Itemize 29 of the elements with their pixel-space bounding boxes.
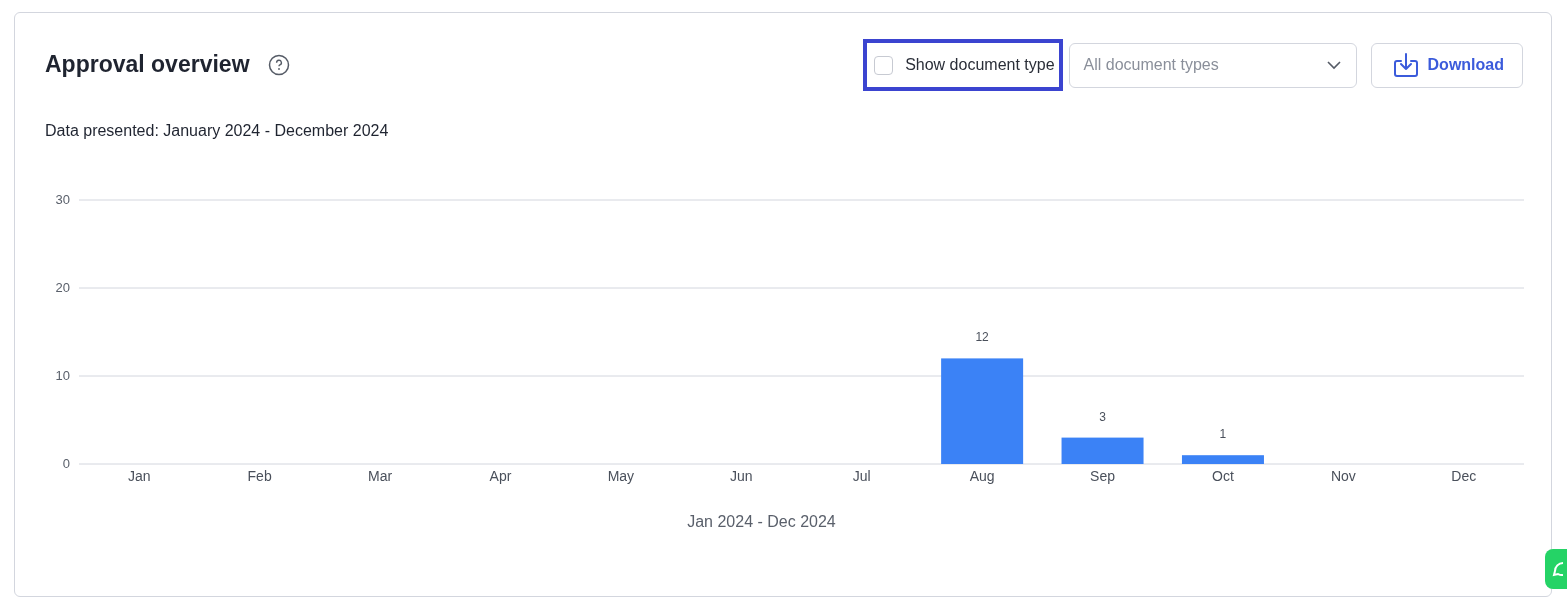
value-label: 12 <box>975 330 989 345</box>
x-tick-label: May <box>607 468 635 484</box>
download-button[interactable]: Download <box>1370 42 1523 88</box>
download-icon <box>1391 52 1420 78</box>
x-tick-label: Apr <box>489 468 512 484</box>
show-document-type-checkbox[interactable]: Show document type <box>863 39 1063 91</box>
x-tick-label: Dec <box>1451 468 1477 484</box>
y-tick-label: 30 <box>55 192 70 207</box>
value-label: 1 <box>1219 427 1227 442</box>
y-tick-label: 0 <box>62 456 70 471</box>
x-tick-label: Sep <box>1090 468 1115 484</box>
x-tick-label: Jul <box>852 468 871 484</box>
card-title: Approval overview <box>45 51 250 79</box>
x-tick-label: Nov <box>1330 468 1356 484</box>
y-tick-label: 10 <box>55 368 70 383</box>
value-label: 3 <box>1099 409 1106 424</box>
document-type-dropdown[interactable]: All document types <box>1068 42 1357 88</box>
x-tick-label: Jan <box>127 468 151 484</box>
x-tick-label: Jun <box>730 468 753 484</box>
x-tick-label: Aug <box>969 468 995 484</box>
date-range-text: Data presented: January 2024 - December 2024 <box>45 121 390 141</box>
help-icon <box>267 54 290 76</box>
x-tick-label: Mar <box>368 468 393 484</box>
y-tick-label: 20 <box>55 280 70 295</box>
x-axis-label: Jan 2024 - Dec 2024 <box>687 513 836 530</box>
x-tick-label: Feb <box>247 468 272 484</box>
chat-button[interactable] <box>1545 549 1567 589</box>
chevron-down-icon <box>1325 60 1342 70</box>
x-tick-label: Oct <box>1212 468 1234 484</box>
